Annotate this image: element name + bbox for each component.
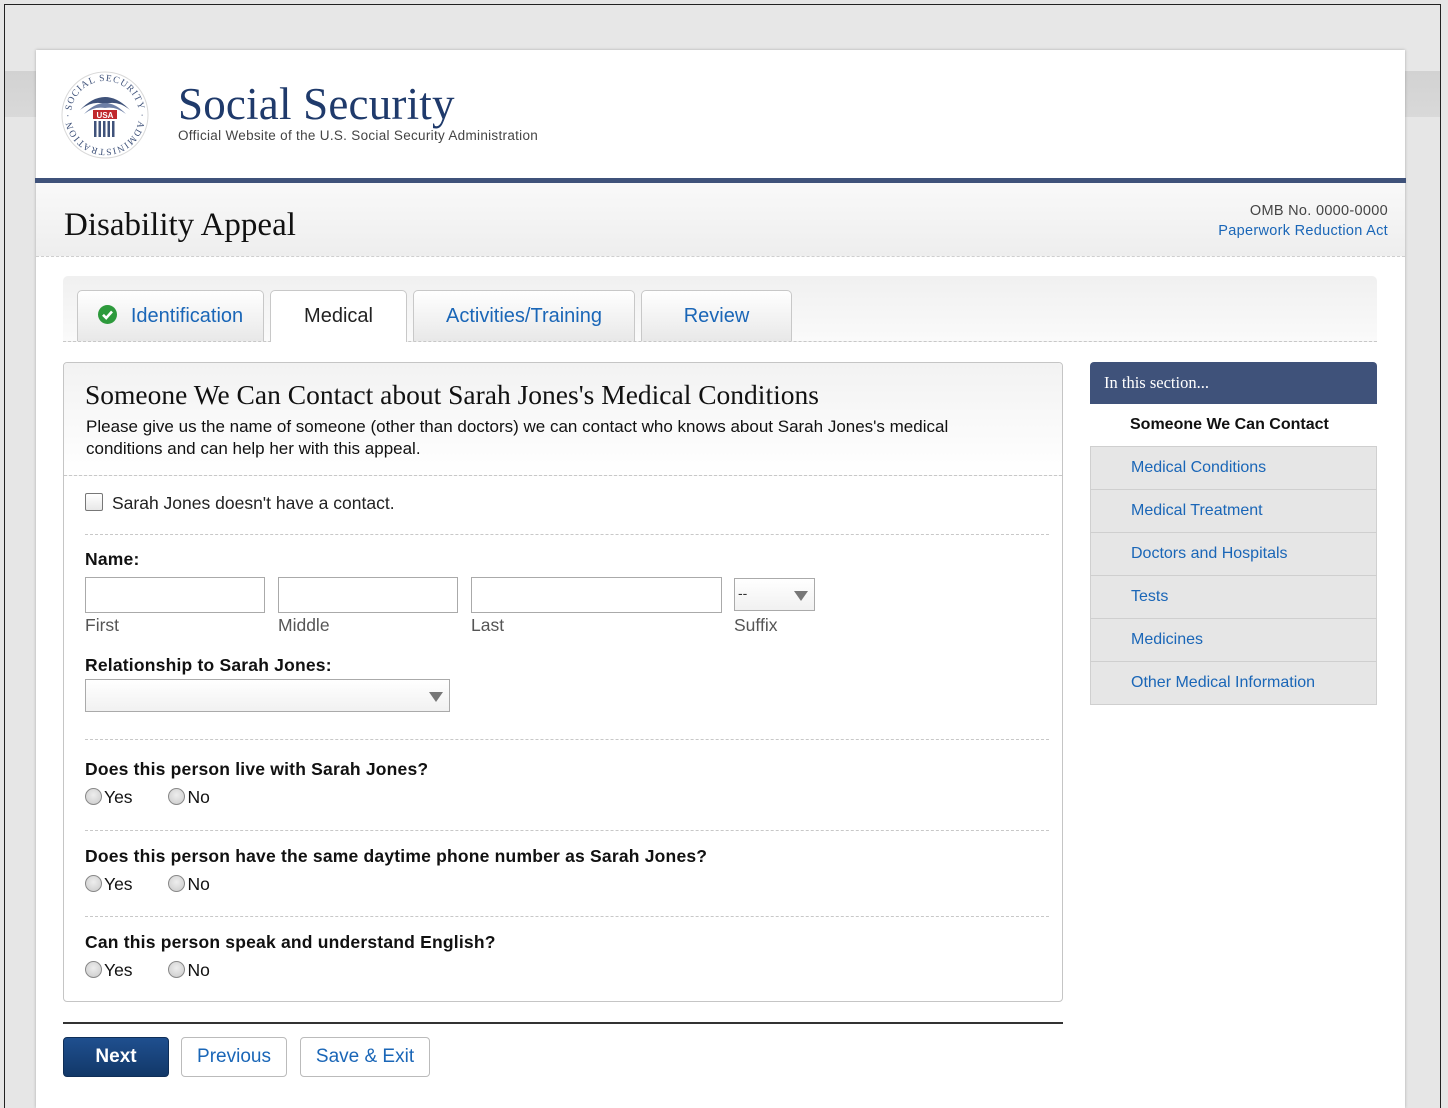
omb-number: OMB No. 0000-0000	[1249, 203, 1388, 219]
lives-with-yes[interactable]: Yes	[85, 787, 133, 808]
tab-strip: Identification Medical Activities/Traini…	[63, 276, 1377, 342]
previous-button[interactable]: Previous	[181, 1037, 287, 1077]
chevron-down-icon	[794, 591, 808, 601]
sidebar-heading: In this section...	[1090, 362, 1377, 404]
radio-label: No	[187, 960, 210, 980]
save-exit-button[interactable]: Save & Exit	[300, 1037, 430, 1077]
last-name-input[interactable]	[471, 577, 722, 613]
relationship-label: Relationship to Sarah Jones:	[85, 655, 332, 675]
speaks-english-radio-group: Yes No	[85, 960, 241, 981]
no-contact-label: Sarah Jones doesn't have a contact.	[112, 493, 395, 513]
speaks-english-no[interactable]: No	[168, 960, 210, 981]
sidebar-item-other-medical-information[interactable]: Other Medical Information	[1090, 662, 1377, 705]
contact-form-panel: Someone We Can Contact about Sarah Jones…	[63, 362, 1063, 1002]
tab-label: Activities/Training	[446, 305, 602, 327]
radio-label: Yes	[104, 787, 133, 807]
first-label: First	[85, 615, 120, 635]
tab-label: Review	[683, 305, 750, 327]
middle-label: Middle	[278, 615, 330, 635]
radio-label: Yes	[104, 874, 133, 894]
radio-button[interactable]	[85, 874, 102, 892]
page-title: Disability Appeal	[64, 207, 296, 243]
check-circle-icon	[97, 305, 117, 325]
sidebar-item-medical-conditions[interactable]: Medical Conditions	[1090, 447, 1377, 490]
divider	[85, 916, 1049, 917]
radio-button[interactable]	[168, 874, 186, 892]
lives-with-no[interactable]: No	[168, 787, 210, 808]
tab-label: Identification	[130, 305, 244, 327]
question-lives-with: Does this person live with Sarah Jones?	[85, 759, 429, 779]
tab-activities-training[interactable]: Activities/Training	[413, 290, 635, 341]
tab-identification[interactable]: Identification	[77, 290, 264, 341]
page-title-bar: Disability Appeal OMB No. 0000-0000 Pape…	[36, 183, 1405, 257]
section-header: Someone We Can Contact about Sarah Jones…	[64, 363, 1062, 476]
radio-button[interactable]	[85, 787, 102, 805]
next-button[interactable]: Next	[63, 1037, 169, 1077]
site-subtitle: Official Website of the U.S. Social Secu…	[178, 128, 539, 143]
sidebar-item-doctors-and-hospitals[interactable]: Doctors and Hospitals	[1090, 533, 1377, 576]
sidebar-item-someone-we-can-contact[interactable]: Someone We Can Contact	[1090, 404, 1377, 447]
tab-review[interactable]: Review	[641, 290, 792, 341]
section-description: Please give us the name of someone (othe…	[86, 417, 949, 458]
radio-button[interactable]	[168, 960, 186, 978]
last-label: Last	[471, 615, 505, 635]
same-phone-radio-group: Yes No	[85, 874, 241, 895]
suffix-value: --	[738, 585, 748, 601]
sidebar-item-medical-treatment[interactable]: Medical Treatment	[1090, 490, 1377, 533]
no-contact-checkbox[interactable]	[85, 493, 103, 512]
radio-label: No	[187, 787, 210, 807]
name-label: Name:	[85, 549, 140, 569]
ssa-seal-icon: SOCIAL SECURITY · ADMINISTRATION · USA	[60, 70, 150, 160]
chevron-down-icon	[429, 692, 443, 702]
svg-text:USA: USA	[97, 111, 114, 120]
radio-label: Yes	[104, 960, 133, 980]
site-header: SOCIAL SECURITY · ADMINISTRATION · USA S…	[36, 50, 1405, 178]
relationship-select[interactable]	[85, 679, 450, 712]
page-card: SOCIAL SECURITY · ADMINISTRATION · USA S…	[35, 50, 1406, 1108]
sidebar-item-medicines[interactable]: Medicines	[1090, 619, 1377, 662]
tab-medical[interactable]: Medical	[270, 290, 407, 342]
footer-divider	[63, 1022, 1063, 1024]
tab-label: Medical	[304, 305, 373, 327]
section-title: Someone We Can Contact about Sarah Jones…	[85, 379, 819, 410]
first-name-input[interactable]	[85, 577, 265, 613]
suffix-label: Suffix	[734, 615, 778, 635]
sidebar-item-tests[interactable]: Tests	[1090, 576, 1377, 619]
lives-with-radio-group: Yes No	[85, 787, 241, 808]
same-phone-yes[interactable]: Yes	[85, 874, 133, 895]
section-nav-sidebar: In this section... Someone We Can Contac…	[1090, 362, 1377, 705]
radio-label: No	[187, 874, 210, 894]
middle-name-input[interactable]	[278, 577, 458, 613]
same-phone-no[interactable]: No	[168, 874, 210, 895]
speaks-english-yes[interactable]: Yes	[85, 960, 133, 981]
divider	[85, 739, 1049, 740]
suffix-select[interactable]: --	[734, 578, 815, 611]
question-same-phone: Does this person have the same daytime p…	[85, 846, 708, 866]
site-title: Social Security	[178, 79, 455, 129]
divider	[85, 830, 1049, 831]
paperwork-reduction-act-link[interactable]: Paperwork Reduction Act	[1218, 223, 1388, 239]
divider	[85, 534, 1049, 535]
no-contact-checkbox-row[interactable]: Sarah Jones doesn't have a contact.	[85, 493, 395, 514]
question-speaks-english: Can this person speak and understand Eng…	[85, 932, 496, 952]
radio-button[interactable]	[85, 960, 102, 978]
radio-button[interactable]	[168, 787, 186, 805]
